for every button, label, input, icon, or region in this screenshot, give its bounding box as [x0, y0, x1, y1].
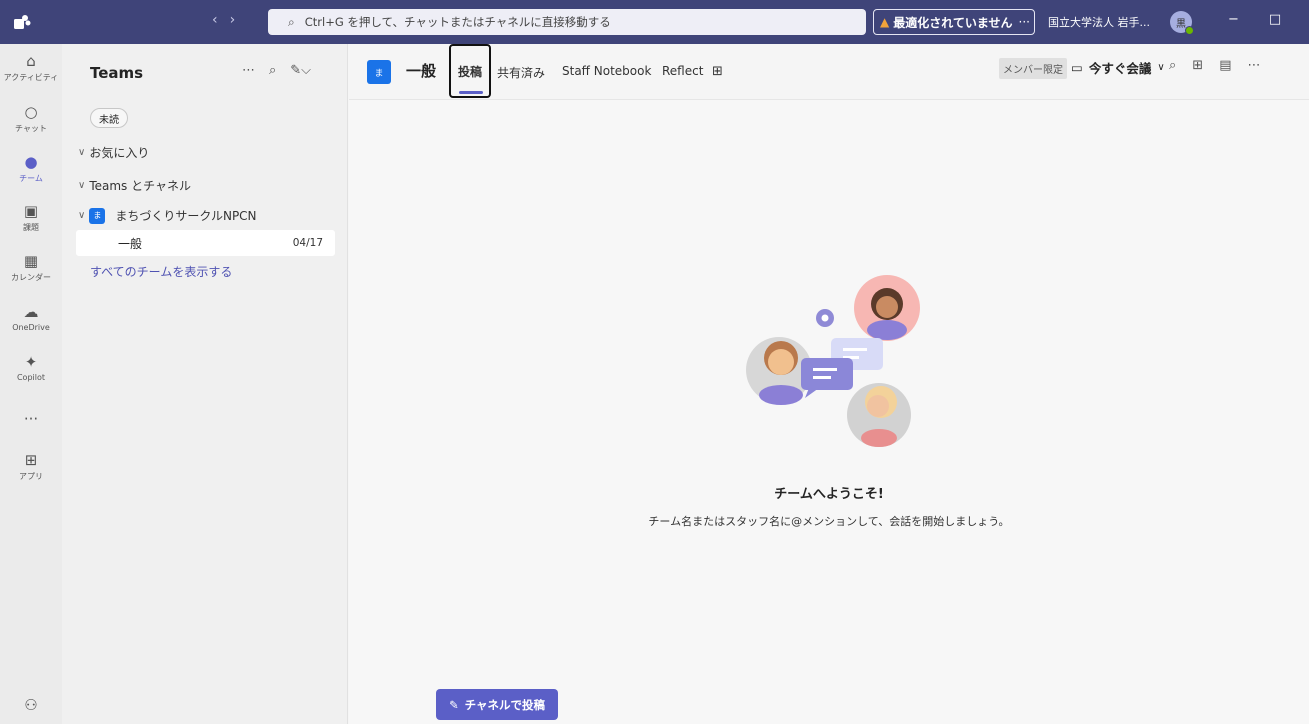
rail-item-activity[interactable]: ⌂ アクティビティ: [0, 52, 62, 83]
grid-icon[interactable]: ⊞: [1192, 58, 1203, 73]
bell-icon: ⌂: [26, 52, 36, 70]
team-name: まちづくりサークルNPCN: [115, 209, 257, 223]
optimization-warning-button[interactable]: ▲ 最適化されていません ···: [873, 9, 1035, 35]
teams-sidebar: Teams ⋯ ⌕ ✎⌵ 未読 ∨ お気に入り ∨ Teams とチャネル ∨ …: [62, 44, 348, 724]
rail-item-copilot[interactable]: ✦ Copilot: [0, 353, 62, 382]
teams-channels-section[interactable]: ∨ Teams とチャネル: [78, 177, 191, 194]
rail-item-more[interactable]: ···: [0, 410, 62, 428]
presence-available-icon: [1185, 26, 1194, 35]
video-camera-icon: ▭: [1071, 60, 1083, 75]
favorites-section[interactable]: ∨ お気に入り: [78, 144, 149, 161]
chevron-down-icon: ∨: [78, 147, 86, 158]
org-name[interactable]: 国立大学法人 岩手...: [1048, 14, 1150, 30]
channel-item-general[interactable]: 一般 04/17: [76, 230, 335, 256]
chevron-down-icon: ∨: [78, 180, 86, 191]
rail-item-onedrive[interactable]: ☁ OneDrive: [0, 303, 62, 332]
forward-arrow-icon[interactable]: ›: [230, 12, 236, 28]
illustration-chat-bubble: [801, 358, 853, 390]
welcome-illustration: [746, 275, 920, 447]
rail-item-chat[interactable]: ○ チャット: [0, 103, 62, 134]
chevron-down-icon: ∨: [78, 210, 86, 221]
team-avatar: ま: [89, 207, 106, 224]
avatar[interactable]: 黒: [1170, 11, 1194, 35]
calendar-icon: ▦: [23, 252, 39, 270]
back-arrow-icon[interactable]: ‹: [212, 12, 218, 28]
channel-name: 一般: [118, 236, 143, 251]
tab-staff-notebook[interactable]: Staff Notebook: [562, 64, 651, 78]
members-only-badge: メンバー限定: [999, 58, 1067, 79]
app-rail: ⌂ アクティビティ ○ チャット ● チーム ▣ 課題 ▦ カレンダー ☁ On…: [0, 44, 62, 724]
rail-item-apps[interactable]: ⊞ アプリ: [0, 451, 62, 482]
info-panel-icon[interactable]: ▤: [1219, 58, 1231, 73]
add-tab-icon[interactable]: ⊞: [712, 64, 723, 79]
maximize-icon[interactable]: □: [1269, 12, 1281, 27]
cloud-icon: ☁: [23, 303, 39, 321]
rail-item-assignments[interactable]: ▣ 課題: [0, 202, 62, 233]
team-item[interactable]: ∨ ま まちづくりサークルNPCN: [78, 207, 257, 224]
unread-filter-chip[interactable]: 未読: [90, 108, 128, 128]
welcome-subtitle: チーム名またはスタッフ名に@メンションして、会話を開始しましょう。: [648, 515, 1010, 528]
search-input[interactable]: ⌕ Ctrl+G を押して、チャットまたはチャネルに直接移動する: [268, 9, 866, 35]
tab-posts[interactable]: 投稿: [449, 44, 491, 98]
sidebar-search-icon[interactable]: ⌕: [269, 63, 276, 78]
welcome-title: チームへようこそ!: [774, 487, 884, 502]
post-in-channel-button[interactable]: ✎ チャネルで投稿: [436, 689, 558, 720]
warning-more-icon: ···: [1018, 15, 1030, 29]
add-app-icon: ⊞: [24, 451, 38, 469]
search-icon: ⌕: [288, 14, 295, 29]
header-tools: ⌕ ⊞ ▤ ⋯: [1169, 58, 1260, 73]
channel-main: チームへようこそ! チーム名またはスタッフ名に@メンションして、会話を開始しまし…: [349, 100, 1309, 724]
warning-text: 最適化されていません: [893, 15, 1013, 30]
channel-title: 一般: [406, 62, 437, 80]
more-options-icon[interactable]: ⋯: [1247, 58, 1260, 73]
teams-icon: ●: [24, 153, 38, 171]
rail-item-people[interactable]: ⚇: [0, 696, 62, 714]
channel-header: ま 一般 投稿 共有済み Staff Notebook Reflect ⊞ メン…: [349, 44, 1309, 100]
active-tab-indicator: [459, 91, 483, 94]
channel-search-icon[interactable]: ⌕: [1169, 58, 1176, 73]
tab-reflect[interactable]: Reflect: [662, 64, 703, 78]
compose-icon: ✎: [448, 697, 459, 712]
search-placeholder: Ctrl+G を押して、チャットまたはチャネルに直接移動する: [304, 15, 611, 29]
rail-item-calendar[interactable]: ▦ カレンダー: [0, 252, 62, 283]
more-options-icon[interactable]: ⋯: [242, 63, 255, 78]
history-nav: ‹ ›: [212, 12, 235, 28]
show-all-teams-link[interactable]: すべてのチームを表示する: [90, 263, 232, 280]
teams-logo-icon: [12, 12, 32, 32]
compose-icon[interactable]: ✎⌵: [290, 63, 311, 78]
window-controls: − □ ✕: [1228, 12, 1309, 27]
backpack-icon: ▣: [23, 202, 39, 220]
title-bar: ‹ › ⌕ Ctrl+G を押して、チャットまたはチャネルに直接移動する ▲ 最…: [0, 0, 1309, 44]
warning-icon: ▲: [880, 15, 890, 29]
sidebar-tools: ⋯ ⌕ ✎⌵: [242, 63, 311, 78]
chat-icon: ○: [24, 103, 38, 121]
channel-date: 04/17: [292, 237, 323, 249]
copilot-icon: ✦: [24, 353, 38, 371]
chevron-down-icon: ∨: [1157, 62, 1165, 73]
channel-team-avatar: ま: [367, 60, 391, 84]
sidebar-title: Teams: [90, 64, 144, 82]
avatar-initial: 黒: [1176, 18, 1186, 30]
more-icon: ···: [23, 410, 39, 428]
meet-now-button[interactable]: ▭ 今すぐ会議 ∨: [1071, 58, 1165, 77]
rail-item-teams[interactable]: ● チーム: [0, 153, 62, 184]
minimize-icon[interactable]: −: [1228, 12, 1239, 27]
person-icon: ⚇: [24, 696, 38, 714]
tab-shared[interactable]: 共有済み: [497, 64, 545, 81]
